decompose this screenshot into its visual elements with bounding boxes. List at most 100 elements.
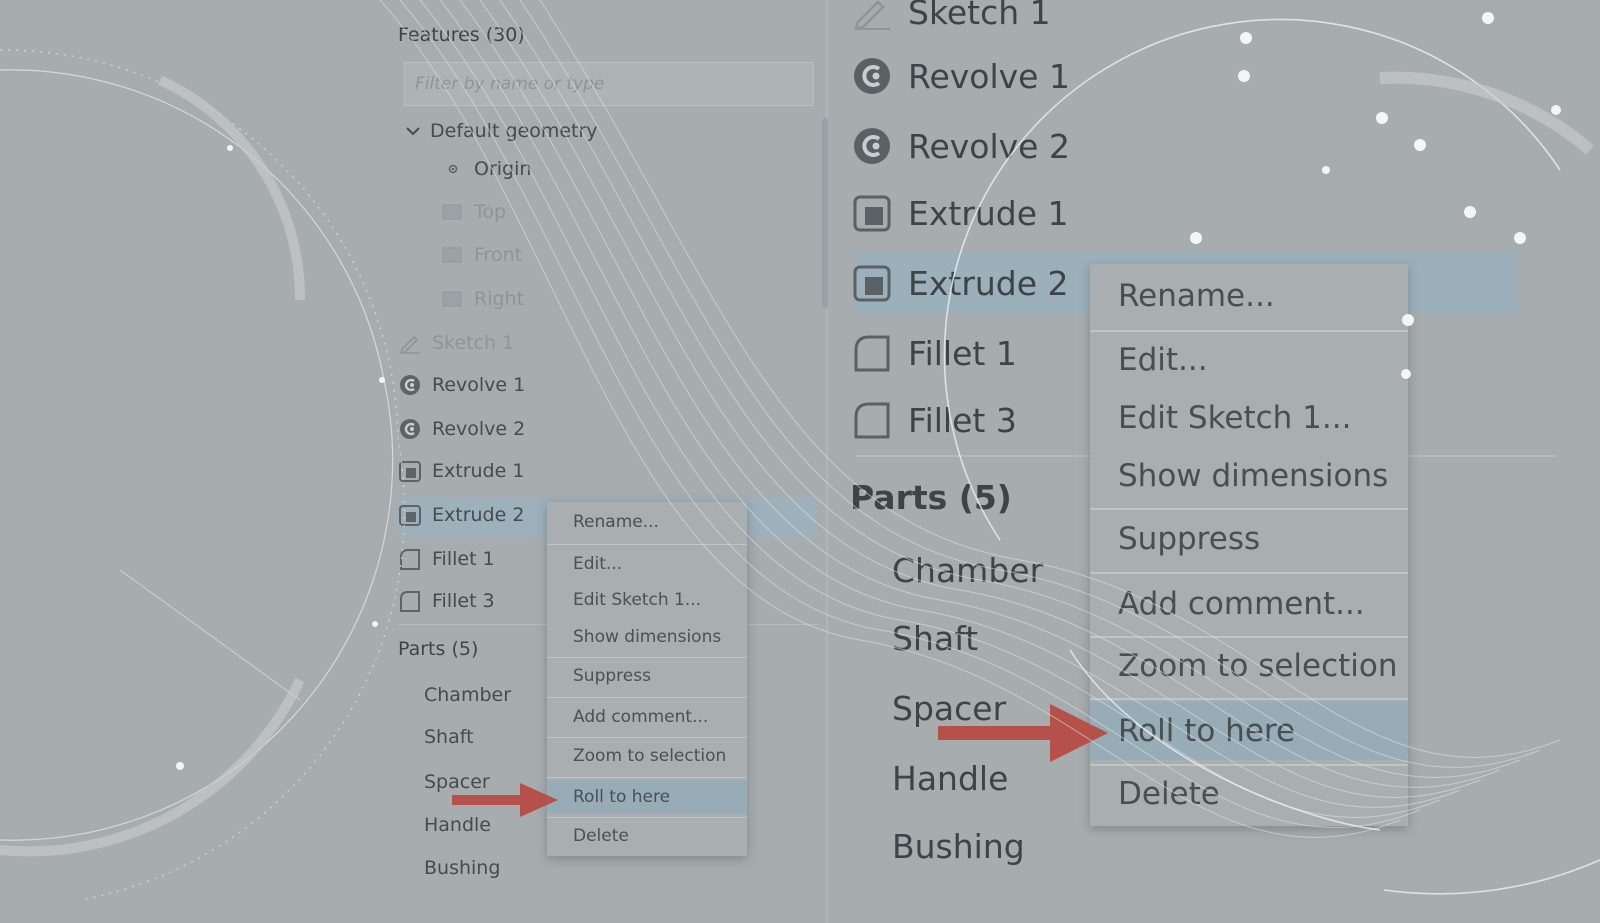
plane-icon (440, 243, 464, 267)
fillet1-label: Fillet 1 (908, 333, 1017, 373)
extrude-icon (398, 503, 422, 527)
menu-item-delete[interactable]: Delete (547, 826, 747, 852)
menu-separator (1090, 508, 1408, 510)
menu-separator (1090, 764, 1408, 766)
extrude-icon (398, 459, 422, 483)
extrude2-label: Extrude 2 (432, 504, 525, 526)
origin-icon (444, 157, 462, 181)
tree-item-right[interactable]: Right (440, 283, 524, 315)
fillet-icon (398, 547, 422, 571)
menu-item-show-dimensions[interactable]: Show dimensions (547, 627, 747, 653)
tree-item-extrude2[interactable]: Extrude 2 (398, 499, 524, 531)
menu-separator (547, 657, 747, 658)
features-title: Features (30) (398, 24, 525, 46)
plane-icon (440, 200, 464, 224)
revolve1-label: Revolve 1 (432, 374, 526, 396)
part-item[interactable]: Chamber (424, 679, 511, 711)
part-label: Bushing (424, 857, 501, 879)
filter-input[interactable]: Filter by name or type (404, 62, 814, 106)
part-item[interactable]: Chamber (892, 548, 1043, 592)
menu-separator (547, 544, 747, 545)
default-geometry-group[interactable]: Default geometry (404, 115, 598, 147)
tree-item-extrude1[interactable]: Extrude 1 (398, 455, 524, 487)
menu-item-roll-to-here[interactable]: Roll to here (1090, 702, 1408, 760)
menu-item-suppress[interactable]: Suppress (1090, 521, 1408, 561)
menu-item-rename[interactable]: Rename... (547, 512, 747, 538)
menu-item-edit[interactable]: Edit... (1090, 342, 1408, 382)
fillet3-label: Fillet 3 (908, 400, 1017, 440)
tree-item-fillet3[interactable]: Fillet 3 (398, 585, 495, 617)
parts-title: Parts (5) (398, 638, 479, 660)
menu-separator (547, 697, 747, 698)
filter-placeholder: Filter by name or type (415, 74, 605, 94)
sketch1-label: Sketch 1 (908, 0, 1051, 32)
tree-item-revolve1-zoom[interactable]: Revolve 1 (852, 54, 1070, 98)
sketch1-label: Sketch 1 (432, 332, 515, 354)
menu-separator (547, 777, 747, 778)
tree-item-revolve2[interactable]: Revolve 2 (398, 413, 525, 445)
revolve-icon (852, 126, 892, 166)
fillet-icon (852, 333, 892, 373)
part-item[interactable]: Bushing (892, 824, 1025, 868)
pencil-icon (852, 0, 892, 32)
red-arrow-icon (450, 780, 562, 824)
revolve-icon (852, 56, 892, 96)
context-menu-zoom: Rename... Edit... Edit Sketch 1... Show … (1090, 264, 1408, 826)
tree-item-revolve1[interactable]: Revolve 1 (398, 369, 525, 401)
part-item[interactable]: Shaft (424, 721, 474, 753)
scrollbar[interactable] (822, 118, 828, 308)
tree-item-extrude1-zoom[interactable]: Extrude 1 (852, 191, 1069, 235)
tree-item-fillet1[interactable]: Fillet 1 (398, 543, 495, 575)
menu-item-suppress[interactable]: Suppress (547, 666, 747, 692)
plane-icon (440, 287, 464, 311)
menu-item-edit-sketch[interactable]: Edit Sketch 1... (547, 590, 747, 616)
menu-separator (547, 817, 747, 818)
extrude1-label: Extrude 1 (908, 193, 1069, 233)
part-label: Bushing (892, 826, 1025, 866)
context-menu: Rename... Edit... Edit Sketch 1... Show … (547, 502, 747, 856)
menu-item-edit-sketch[interactable]: Edit Sketch 1... (1090, 400, 1408, 440)
tree-item-fillet1-zoom[interactable]: Fillet 1 (852, 331, 1017, 375)
menu-item-add-comment[interactable]: Add comment... (547, 707, 747, 733)
parts-title: Parts (5) (850, 478, 1012, 517)
extrude-icon (852, 193, 892, 233)
part-label: Chamber (424, 684, 512, 706)
part-label: Chamber (892, 550, 1044, 590)
plane-label-top: Top (474, 201, 507, 223)
tree-item-front[interactable]: Front (440, 239, 522, 271)
part-label: Shaft (892, 618, 979, 658)
menu-separator (1090, 330, 1408, 332)
tree-item-fillet3-zoom[interactable]: Fillet 3 (852, 398, 1017, 442)
menu-item-rename[interactable]: Rename... (1090, 278, 1408, 318)
part-item[interactable]: Shaft (892, 616, 978, 660)
extrude-icon (852, 263, 892, 303)
plane-label-right: Right (474, 288, 525, 310)
part-item[interactable]: Bushing (424, 852, 500, 884)
tree-item-revolve2-zoom[interactable]: Revolve 2 (852, 124, 1070, 168)
menu-item-zoom-to-selection[interactable]: Zoom to selection (1090, 648, 1408, 688)
menu-item-show-dimensions[interactable]: Show dimensions (1090, 458, 1408, 498)
revolve1-label: Revolve 1 (908, 56, 1070, 96)
chevron-down-icon[interactable] (404, 119, 422, 143)
tree-item-top[interactable]: Top (440, 196, 506, 228)
menu-item-add-comment[interactable]: Add comment... (1090, 586, 1408, 626)
origin-label: Origin (474, 158, 532, 180)
tree-item-sketch1[interactable]: Sketch 1 (398, 327, 514, 359)
tree-item-sketch1-zoom[interactable]: Sketch 1 (852, 0, 1051, 34)
tree-item-origin[interactable]: Origin (444, 153, 531, 185)
red-arrow-icon (936, 700, 1112, 770)
revolve-icon (398, 373, 422, 397)
menu-separator (1090, 698, 1408, 700)
tree-item-extrude2-zoom[interactable]: Extrude 2 (852, 261, 1069, 305)
fillet1-label: Fillet 1 (432, 548, 495, 570)
menu-item-zoom-to-selection[interactable]: Zoom to selection (547, 746, 747, 772)
menu-separator (1090, 636, 1408, 638)
fillet3-label: Fillet 3 (432, 590, 495, 612)
revolve2-label: Revolve 2 (908, 126, 1070, 166)
default-geometry-label: Default geometry (430, 120, 598, 142)
revolve-icon (398, 417, 422, 441)
menu-item-delete[interactable]: Delete (1090, 776, 1408, 816)
menu-item-roll-to-here[interactable]: Roll to here (547, 780, 747, 814)
plane-label-front: Front (474, 244, 523, 266)
menu-item-edit[interactable]: Edit... (547, 554, 747, 580)
